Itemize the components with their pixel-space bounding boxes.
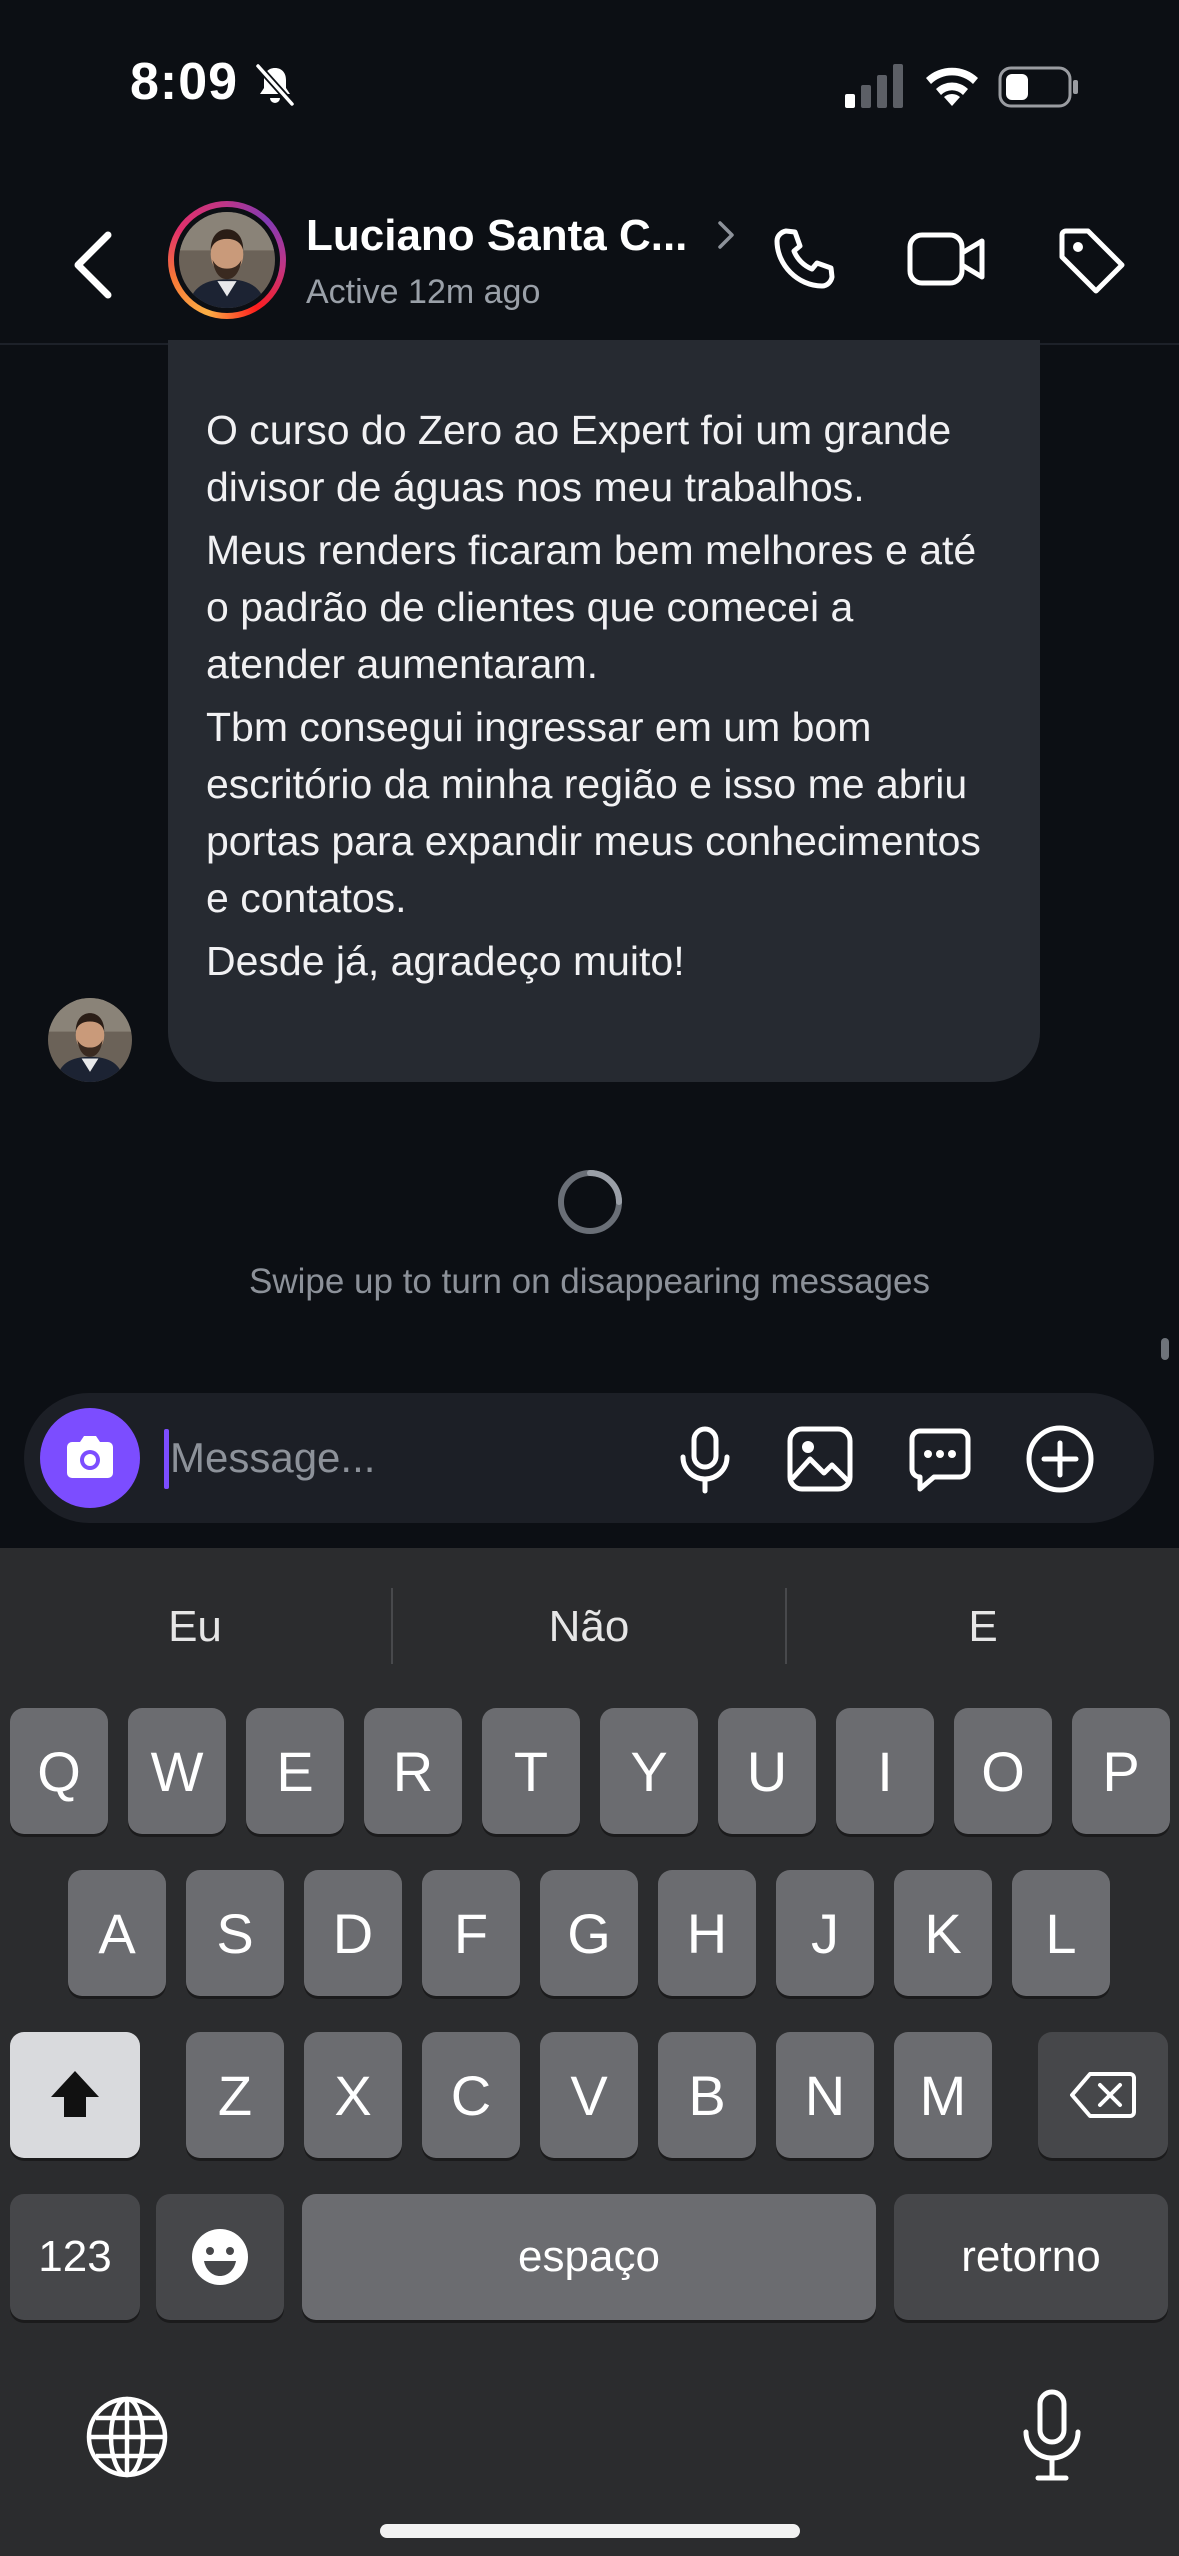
video-camera-icon[interactable]: [906, 227, 988, 291]
cellular-signal-icon: [845, 64, 903, 108]
key-s[interactable]: S: [186, 1870, 284, 1996]
key-u[interactable]: U: [718, 1708, 816, 1834]
delete-icon: [1070, 2072, 1136, 2118]
key-y[interactable]: Y: [600, 1708, 698, 1834]
key-t[interactable]: T: [482, 1708, 580, 1834]
suggestion-divider: [391, 1588, 393, 1664]
suggestion-divider: [785, 1588, 787, 1664]
return-key[interactable]: retorno: [894, 2194, 1168, 2320]
contact-active-status: Active 12m ago: [306, 273, 541, 311]
key-q[interactable]: Q: [10, 1708, 108, 1834]
plus-circle-icon[interactable]: [1024, 1423, 1096, 1495]
key-x[interactable]: X: [304, 2032, 402, 2158]
key-d[interactable]: D: [304, 1870, 402, 1996]
message-composer: [24, 1393, 1154, 1523]
contact-name[interactable]: Luciano Santa C...: [306, 211, 687, 261]
loading-spinner-icon: [558, 1170, 622, 1234]
key-a[interactable]: A: [68, 1870, 166, 1996]
message-paragraph: O curso do Zero ao Expert foi um grande …: [206, 407, 952, 510]
home-indicator[interactable]: [380, 2524, 800, 2538]
key-r[interactable]: R: [364, 1708, 462, 1834]
message-bubble[interactable]: O curso do Zero ao Expert foi um grande …: [168, 340, 1040, 1082]
wifi-icon: [926, 67, 978, 106]
camera-button[interactable]: [40, 1408, 140, 1508]
camera-icon: [67, 1436, 113, 1478]
key-z[interactable]: Z: [186, 2032, 284, 2158]
emoji-icon: [192, 2229, 248, 2285]
emoji-key[interactable]: [156, 2194, 284, 2320]
avatar-photo: [179, 212, 275, 308]
message-paragraph: Meus renders ficaram bem melhores e até …: [206, 527, 977, 687]
phone-icon[interactable]: [766, 223, 840, 297]
chat-screen: 8:09 Luciano Santa C... Active 12m ago O…: [0, 0, 1179, 2556]
key-p[interactable]: P: [1072, 1708, 1170, 1834]
key-c[interactable]: C: [422, 2032, 520, 2158]
tag-icon[interactable]: [1054, 225, 1128, 299]
message-input[interactable]: [170, 1419, 650, 1497]
suggestion-bar: Eu Não E: [0, 1548, 1179, 1702]
key-i[interactable]: I: [836, 1708, 934, 1834]
key-k[interactable]: K: [894, 1870, 992, 1996]
status-time: 8:09: [130, 53, 239, 111]
numbers-key[interactable]: 123: [10, 2194, 140, 2320]
key-o[interactable]: O: [954, 1708, 1052, 1834]
battery-icon: [998, 66, 1078, 108]
contact-avatar[interactable]: [168, 201, 286, 319]
key-l[interactable]: L: [1012, 1870, 1110, 1996]
key-v[interactable]: V: [540, 2032, 638, 2158]
status-bar: 8:09: [0, 0, 1179, 175]
dictation-mic-icon[interactable]: [1014, 2388, 1090, 2484]
disappearing-messages-hint[interactable]: Swipe up to turn on disappearing message…: [0, 1262, 1179, 1302]
chat-header: Luciano Santa C... Active 12m ago: [0, 175, 1179, 345]
key-m[interactable]: M: [894, 2032, 992, 2158]
shift-key[interactable]: [10, 2032, 140, 2158]
sticker-chat-icon[interactable]: [904, 1423, 976, 1495]
chevron-right-icon[interactable]: [714, 215, 738, 255]
text-cursor: [164, 1429, 169, 1489]
suggestion-1[interactable]: Eu: [0, 1602, 390, 1652]
shift-icon: [51, 2071, 99, 2117]
key-j[interactable]: J: [776, 1870, 874, 1996]
back-arrow-icon[interactable]: [62, 225, 122, 305]
key-g[interactable]: G: [540, 1870, 638, 1996]
microphone-icon[interactable]: [669, 1423, 741, 1495]
key-b[interactable]: B: [658, 2032, 756, 2158]
key-f[interactable]: F: [422, 1870, 520, 1996]
avatar-photo: [48, 998, 132, 1082]
message-paragraph: Tbm consegui ingressar em um bom escritó…: [206, 704, 981, 921]
suggestion-3[interactable]: E: [788, 1602, 1178, 1652]
gallery-icon[interactable]: [784, 1423, 856, 1495]
scroll-indicator[interactable]: [1161, 1338, 1169, 1360]
bell-slash-icon: [255, 63, 295, 107]
space-key[interactable]: espaço: [302, 2194, 876, 2320]
delete-key[interactable]: [1038, 2032, 1168, 2158]
key-n[interactable]: N: [776, 2032, 874, 2158]
key-h[interactable]: H: [658, 1870, 756, 1996]
key-w[interactable]: W: [128, 1708, 226, 1834]
sender-avatar[interactable]: [48, 998, 132, 1082]
suggestion-2[interactable]: Não: [394, 1602, 784, 1652]
message-paragraph: Desde já, agradeço muito!: [206, 938, 685, 984]
key-e[interactable]: E: [246, 1708, 344, 1834]
globe-icon[interactable]: [84, 2394, 170, 2480]
keyboard: Eu Não E Q W E R T Y U I O P A S D F G H…: [0, 1548, 1179, 2556]
